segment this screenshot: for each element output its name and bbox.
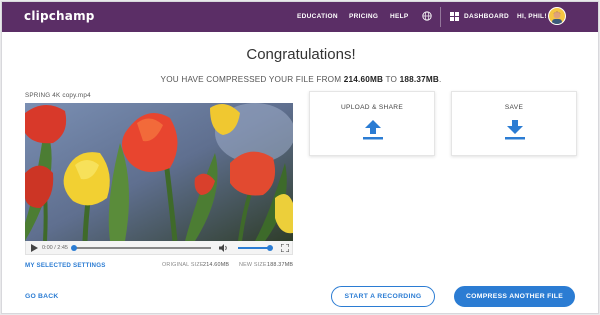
top-nav: clipchamp EDUCATION PRICING HELP DASHBOA… bbox=[2, 2, 598, 32]
volume-icon[interactable] bbox=[219, 244, 228, 252]
new-size-value: 188.37MB bbox=[399, 75, 439, 84]
nav-divider bbox=[440, 7, 441, 27]
nav-dashboard[interactable]: DASHBOARD bbox=[464, 13, 509, 20]
save-card[interactable]: SAVE bbox=[451, 91, 577, 156]
upload-share-card[interactable]: UPLOAD & SHARE bbox=[309, 91, 435, 156]
new-size: 188.37MB bbox=[267, 262, 294, 268]
compress-another-file-button[interactable]: COMPRESS ANOTHER FILE bbox=[454, 286, 575, 307]
original-size: 214.60MB bbox=[203, 262, 230, 268]
nav-help[interactable]: HELP bbox=[390, 13, 409, 20]
download-arrow-icon bbox=[505, 120, 525, 140]
page-title: Congratulations! bbox=[246, 46, 356, 63]
globe-icon[interactable] bbox=[422, 11, 432, 21]
new-size-label: NEW SIZE bbox=[239, 262, 267, 268]
original-size-label: ORIGINAL SIZE bbox=[162, 262, 204, 268]
nav-education[interactable]: EDUCATION bbox=[297, 13, 338, 20]
video-time: 0:00 / 2:45 bbox=[42, 244, 68, 251]
app-window: clipchamp EDUCATION PRICING HELP DASHBOA… bbox=[1, 1, 599, 314]
dashboard-grid-icon bbox=[450, 12, 459, 21]
upload-share-label: UPLOAD & SHARE bbox=[340, 104, 404, 111]
video-controls: 0:00 / 2:45 bbox=[25, 241, 293, 255]
nav-pricing[interactable]: PRICING bbox=[349, 13, 378, 20]
start-recording-button[interactable]: START A RECORDING bbox=[331, 286, 435, 307]
compression-summary: YOU HAVE COMPRESSED YOUR FILE FROM 214.6… bbox=[2, 75, 598, 84]
user-avatar-icon bbox=[552, 11, 562, 24]
clipchamp-logo[interactable]: clipchamp bbox=[24, 9, 95, 23]
volume-handle[interactable] bbox=[267, 245, 273, 251]
tulips-image bbox=[25, 103, 293, 241]
seek-handle[interactable] bbox=[71, 245, 77, 251]
original-size-value: 214.60MB bbox=[343, 75, 384, 84]
summary-end: . bbox=[438, 75, 442, 84]
play-icon[interactable] bbox=[31, 244, 38, 252]
seek-bar[interactable] bbox=[73, 247, 211, 249]
fullscreen-icon[interactable] bbox=[281, 244, 289, 252]
summary-prefix: YOU HAVE COMPRESSED YOUR FILE FROM bbox=[160, 75, 342, 84]
upload-arrow-icon bbox=[363, 120, 383, 140]
go-back-link[interactable]: GO BACK bbox=[25, 293, 59, 300]
summary-to: TO bbox=[385, 75, 398, 84]
user-greeting[interactable]: HI, PHIL! bbox=[517, 13, 547, 20]
save-label: SAVE bbox=[504, 104, 524, 111]
volume-slider[interactable] bbox=[238, 247, 270, 249]
video-preview[interactable] bbox=[25, 103, 293, 241]
my-selected-settings-link[interactable]: MY SELECTED SETTINGS bbox=[25, 262, 106, 269]
file-name: SPRING 4K copy.mp4 bbox=[25, 92, 91, 99]
avatar[interactable] bbox=[548, 7, 566, 25]
